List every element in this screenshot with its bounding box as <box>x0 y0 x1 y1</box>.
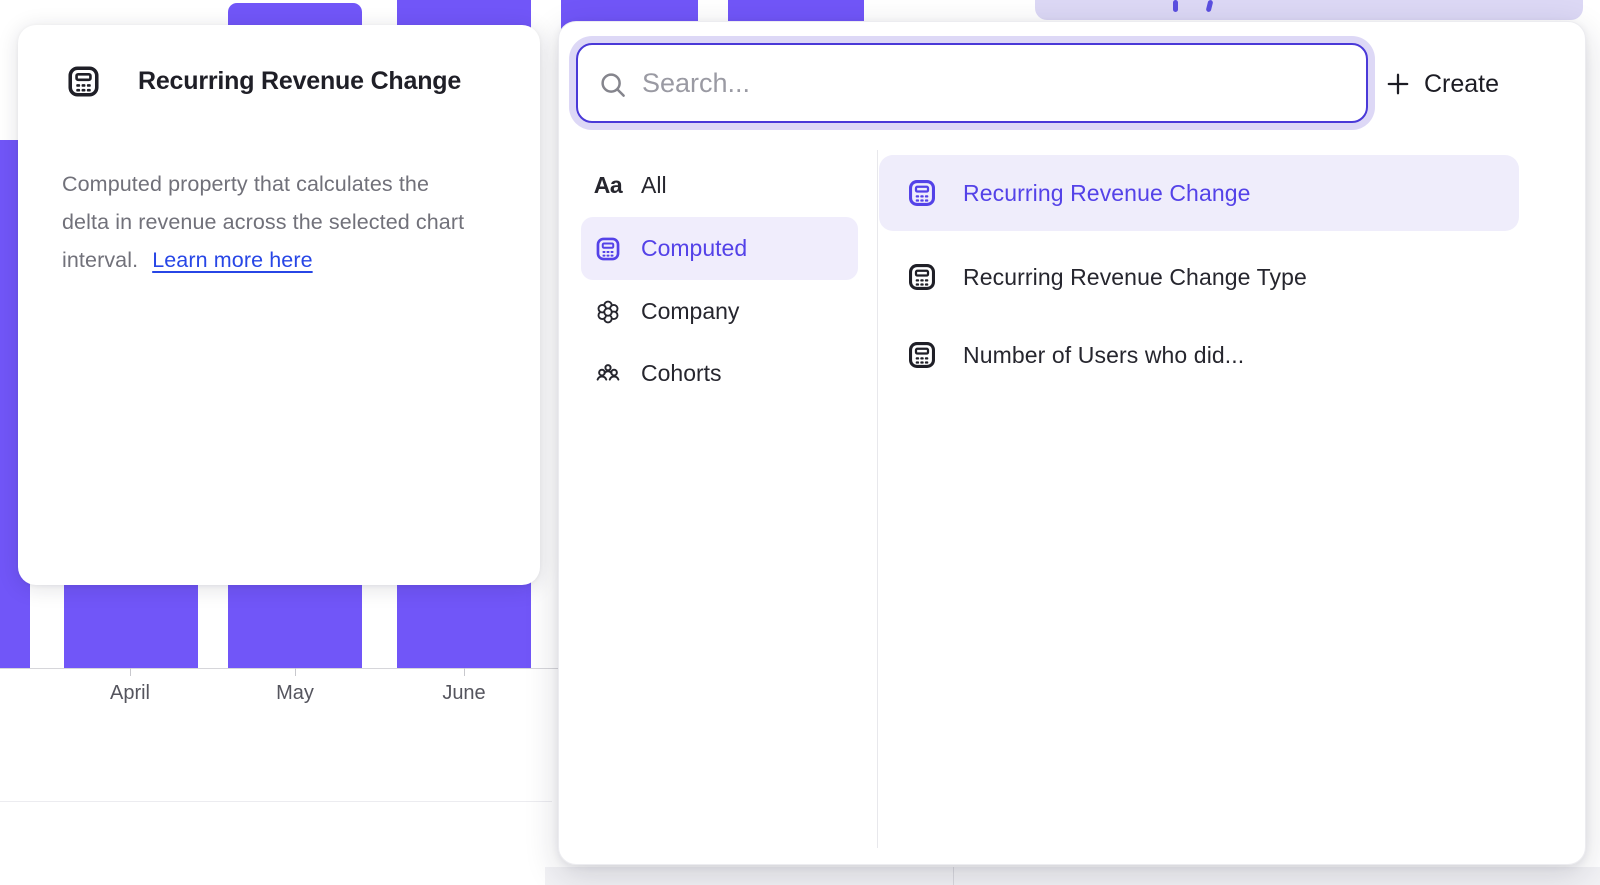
text-format-icon: Aa <box>594 172 622 200</box>
clipped-text-descender <box>1206 0 1214 12</box>
tooltip-title: Recurring Revenue Change <box>138 67 461 96</box>
tooltip-header: Recurring Revenue Change <box>65 63 461 100</box>
result-number-of-users[interactable]: Number of Users who did... <box>879 317 1519 393</box>
category-all[interactable]: Aa All <box>581 154 858 217</box>
create-button[interactable]: Create <box>1385 61 1499 107</box>
search-input[interactable] <box>578 45 1366 121</box>
chart-gridline <box>0 801 552 802</box>
clipped-property-chip <box>1035 0 1583 20</box>
category-computed[interactable]: Computed <box>581 217 858 280</box>
month-label: June <box>442 682 485 705</box>
description-line: Computed property that calculates the <box>62 172 429 196</box>
property-tooltip-card: Recurring Revenue Change Computed proper… <box>18 25 540 585</box>
calculator-icon <box>906 339 938 371</box>
result-recurring-revenue-change-type[interactable]: Recurring Revenue Change Type <box>879 239 1519 315</box>
people-group-icon <box>594 360 622 388</box>
chart-x-axis <box>0 668 558 669</box>
category-label: Computed <box>641 235 747 262</box>
learn-more-link[interactable]: Learn more here <box>152 248 312 272</box>
month-label: May <box>276 682 314 705</box>
tooltip-description: Computed property that calculates the de… <box>62 165 502 279</box>
category-label: Company <box>641 298 739 325</box>
search-icon <box>598 70 628 100</box>
property-picker-panel: Create Aa All Computed Company Cohorts R… <box>558 21 1586 865</box>
category-cohorts[interactable]: Cohorts <box>581 342 858 405</box>
calculator-icon <box>594 235 622 263</box>
create-button-label: Create <box>1424 70 1499 99</box>
description-line: interval. <box>62 248 138 272</box>
axis-tick <box>464 668 465 676</box>
circle-cluster-icon <box>594 298 622 326</box>
search-box <box>576 43 1368 123</box>
result-label: Number of Users who did... <box>963 342 1244 369</box>
month-label: April <box>110 682 150 705</box>
category-label: All <box>641 172 667 199</box>
result-label: Recurring Revenue Change <box>963 180 1251 207</box>
calculator-icon <box>906 261 938 293</box>
plus-icon <box>1385 71 1411 97</box>
axis-tick <box>295 668 296 676</box>
background-divider <box>953 867 954 885</box>
background-strip <box>545 867 1600 885</box>
panel-divider <box>877 150 878 848</box>
category-label: Cohorts <box>641 360 722 387</box>
result-recurring-revenue-change[interactable]: Recurring Revenue Change <box>879 155 1519 231</box>
clipped-text-descender <box>1173 0 1178 12</box>
axis-tick <box>130 668 131 676</box>
calculator-icon <box>906 177 938 209</box>
category-company[interactable]: Company <box>581 280 858 343</box>
description-line: delta in revenue across the selected cha… <box>62 210 464 234</box>
calculator-icon <box>65 63 102 100</box>
result-label: Recurring Revenue Change Type <box>963 264 1307 291</box>
